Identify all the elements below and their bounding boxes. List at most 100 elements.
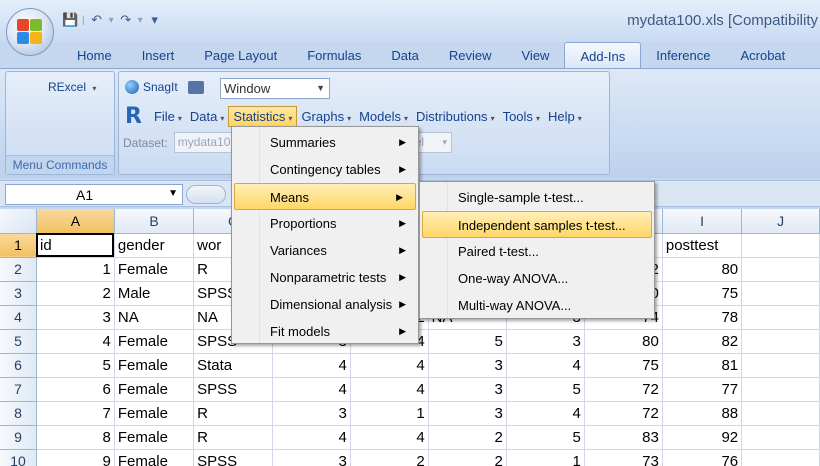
grid-cell[interactable]: 76	[662, 449, 743, 466]
menu-help[interactable]: Help ▾	[544, 107, 586, 126]
row-header[interactable]: 6	[0, 353, 37, 378]
grid-cell[interactable]: SPSS	[193, 377, 273, 402]
grid-cell[interactable]: 4	[36, 329, 115, 354]
grid-cell[interactable]: 8	[36, 425, 115, 450]
grid-cell[interactable]: 5	[506, 425, 585, 450]
grid-cell[interactable]: gender	[114, 233, 195, 258]
menu-file[interactable]: File ▾	[150, 107, 186, 126]
grid-cell[interactable]: 80	[584, 329, 663, 354]
grid-cell[interactable]: 2	[428, 425, 507, 450]
grid-cell[interactable]: 7	[36, 401, 115, 426]
grid-cell[interactable]: 1	[506, 449, 585, 466]
grid-cell[interactable]: 75	[662, 281, 743, 306]
save-icon[interactable]: 💾	[62, 12, 78, 28]
menu-item-dimensional-analysis[interactable]: Dimensional analysis ▶	[232, 291, 418, 318]
menu-item-independent-samples-t-test[interactable]: Independent samples t-test...	[422, 211, 652, 238]
grid-cell[interactable]: 75	[584, 353, 663, 378]
menu-data[interactable]: Data ▾	[186, 107, 228, 126]
column-header[interactable]: B	[114, 209, 195, 234]
row-header[interactable]: 2	[0, 257, 37, 282]
customize-qat-icon[interactable]: ▾	[147, 12, 163, 28]
menu-item-nonparametric-tests[interactable]: Nonparametric tests ▶	[232, 264, 418, 291]
tab-acrobat[interactable]: Acrobat	[725, 42, 800, 68]
menu-models[interactable]: Models ▾	[355, 107, 412, 126]
tab-review[interactable]: Review	[434, 42, 507, 68]
tab-inference[interactable]: Inference	[641, 42, 725, 68]
grid-cell[interactable]: 1	[36, 257, 115, 282]
office-button[interactable]	[6, 8, 54, 56]
row-header[interactable]: 1	[0, 233, 37, 258]
grid-cell[interactable]: id	[36, 233, 115, 258]
grid-cell[interactable]: posttest	[662, 233, 743, 258]
row-header[interactable]: 7	[0, 377, 37, 402]
grid-cell[interactable]	[741, 281, 820, 306]
grid-cell[interactable]: 4	[350, 377, 429, 402]
menu-item-multi-way-anova[interactable]: Multi-way ANOVA...	[420, 292, 654, 319]
row-header[interactable]: 10	[0, 449, 37, 466]
grid-cell[interactable]: 9	[36, 449, 115, 466]
menu-item-one-way-anova[interactable]: One-way ANOVA...	[420, 265, 654, 292]
grid-cell[interactable]: 81	[662, 353, 743, 378]
menu-statistics[interactable]: Statistics ▾	[228, 105, 298, 127]
grid-cell[interactable]	[741, 353, 820, 378]
row-header[interactable]: 5	[0, 329, 37, 354]
grid-cell[interactable]: Female	[114, 425, 195, 450]
grid-cell[interactable]: 92	[662, 425, 743, 450]
grid-cell[interactable]	[741, 329, 820, 354]
grid-cell[interactable]: 83	[584, 425, 663, 450]
grid-cell[interactable]: 3	[428, 377, 507, 402]
grid-cell[interactable]	[741, 305, 820, 330]
grid-cell[interactable]: 2	[428, 449, 507, 466]
grid-cell[interactable]: 72	[584, 377, 663, 402]
grid-cell[interactable]: 73	[584, 449, 663, 466]
grid-cell[interactable]	[741, 401, 820, 426]
grid-cell[interactable]: R	[193, 401, 273, 426]
redo-icon[interactable]: ↷	[118, 12, 134, 28]
tab-data[interactable]: Data	[376, 42, 433, 68]
grid-cell[interactable]: 3	[36, 305, 115, 330]
grid-cell[interactable]: 3	[428, 353, 507, 378]
tab-home[interactable]: Home	[62, 42, 127, 68]
menu-item-summaries[interactable]: Summaries ▶	[232, 129, 418, 156]
grid-cell[interactable]: 78	[662, 305, 743, 330]
menu-item-single-sample-t-test[interactable]: Single-sample t-test...	[420, 184, 654, 211]
grid-cell[interactable]: 5	[506, 377, 585, 402]
column-header[interactable]: J	[741, 209, 820, 234]
menu-item-contingency-tables[interactable]: Contingency tables ▶	[232, 156, 418, 183]
tab-add-ins[interactable]: Add-Ins	[564, 42, 642, 68]
grid-cell[interactable]: Female	[114, 353, 195, 378]
grid-cell[interactable]	[741, 449, 820, 466]
grid-cell[interactable]: 3	[272, 401, 351, 426]
grid-cell[interactable]: 2	[350, 449, 429, 466]
undo-icon[interactable]: ↶	[89, 12, 105, 28]
tab-view[interactable]: View	[507, 42, 565, 68]
row-header[interactable]: 4	[0, 305, 37, 330]
grid-cell[interactable]	[741, 425, 820, 450]
column-header[interactable]: A	[36, 209, 115, 234]
grid-cell[interactable]: 1	[350, 401, 429, 426]
grid-cell[interactable]: R	[193, 425, 273, 450]
menu-distributions[interactable]: Distributions ▾	[412, 107, 499, 126]
grid-cell[interactable]: 88	[662, 401, 743, 426]
menu-item-proportions[interactable]: Proportions ▶	[232, 210, 418, 237]
grid-cell[interactable]: Female	[114, 329, 195, 354]
grid-cell[interactable]: 72	[584, 401, 663, 426]
grid-cell[interactable]: 82	[662, 329, 743, 354]
row-header[interactable]: 9	[0, 425, 37, 450]
grid-cell[interactable]: 80	[662, 257, 743, 282]
tab-page-layout[interactable]: Page Layout	[189, 42, 292, 68]
grid-cell[interactable]	[741, 257, 820, 282]
grid-cell[interactable]: 2	[36, 281, 115, 306]
grid-cell[interactable]: Stata	[193, 353, 273, 378]
grid-cell[interactable]	[741, 377, 820, 402]
grid-cell[interactable]: 3	[506, 329, 585, 354]
menu-graphs[interactable]: Graphs ▾	[297, 107, 355, 126]
select-all-corner[interactable]	[0, 209, 37, 234]
menu-tools[interactable]: Tools ▾	[499, 107, 544, 126]
capture-mode-select[interactable]: Window ▼	[220, 78, 330, 99]
menu-item-fit-models[interactable]: Fit models ▶	[232, 318, 418, 345]
grid-cell[interactable]: 77	[662, 377, 743, 402]
column-header[interactable]: I	[662, 209, 743, 234]
grid-cell[interactable]: Female	[114, 401, 195, 426]
camera-icon[interactable]	[187, 80, 204, 94]
